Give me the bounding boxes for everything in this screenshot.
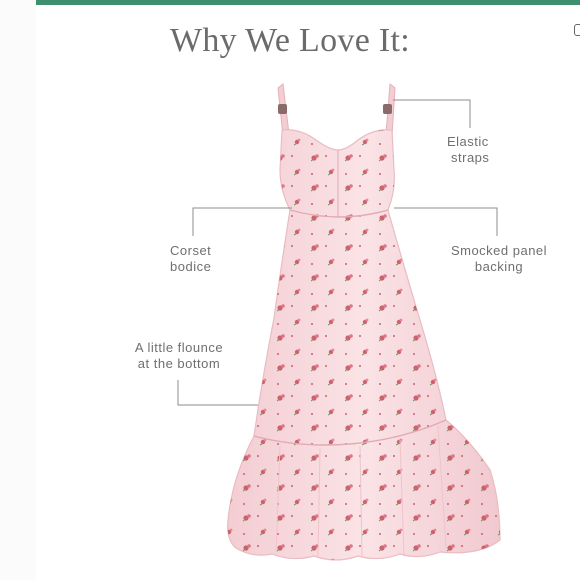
corset-bodice-line2: bodice [170,259,212,274]
elastic-straps-line1: Elastic [447,134,489,149]
dress-illustration [227,83,501,561]
smocked-panel-line2: backing [474,259,524,274]
corset-bodice-label: Corset bodice [170,243,211,275]
smocked-panel-label: Smocked panel backing [444,243,554,275]
flounce-label: A little flounce at the bottom [124,340,234,372]
flounce-line1: A little flounce [134,340,224,355]
elastic-straps-label: Elastic straps [447,134,489,166]
elastic-straps-line2: straps [451,150,490,165]
smocked-panel-line1: Smocked panel [450,243,548,258]
flounce-line2: at the bottom [137,356,221,371]
corset-bodice-line1: Corset [170,243,212,258]
product-feature-graphic: Why We Love It: Elastic straps Corset bo… [0,0,580,580]
